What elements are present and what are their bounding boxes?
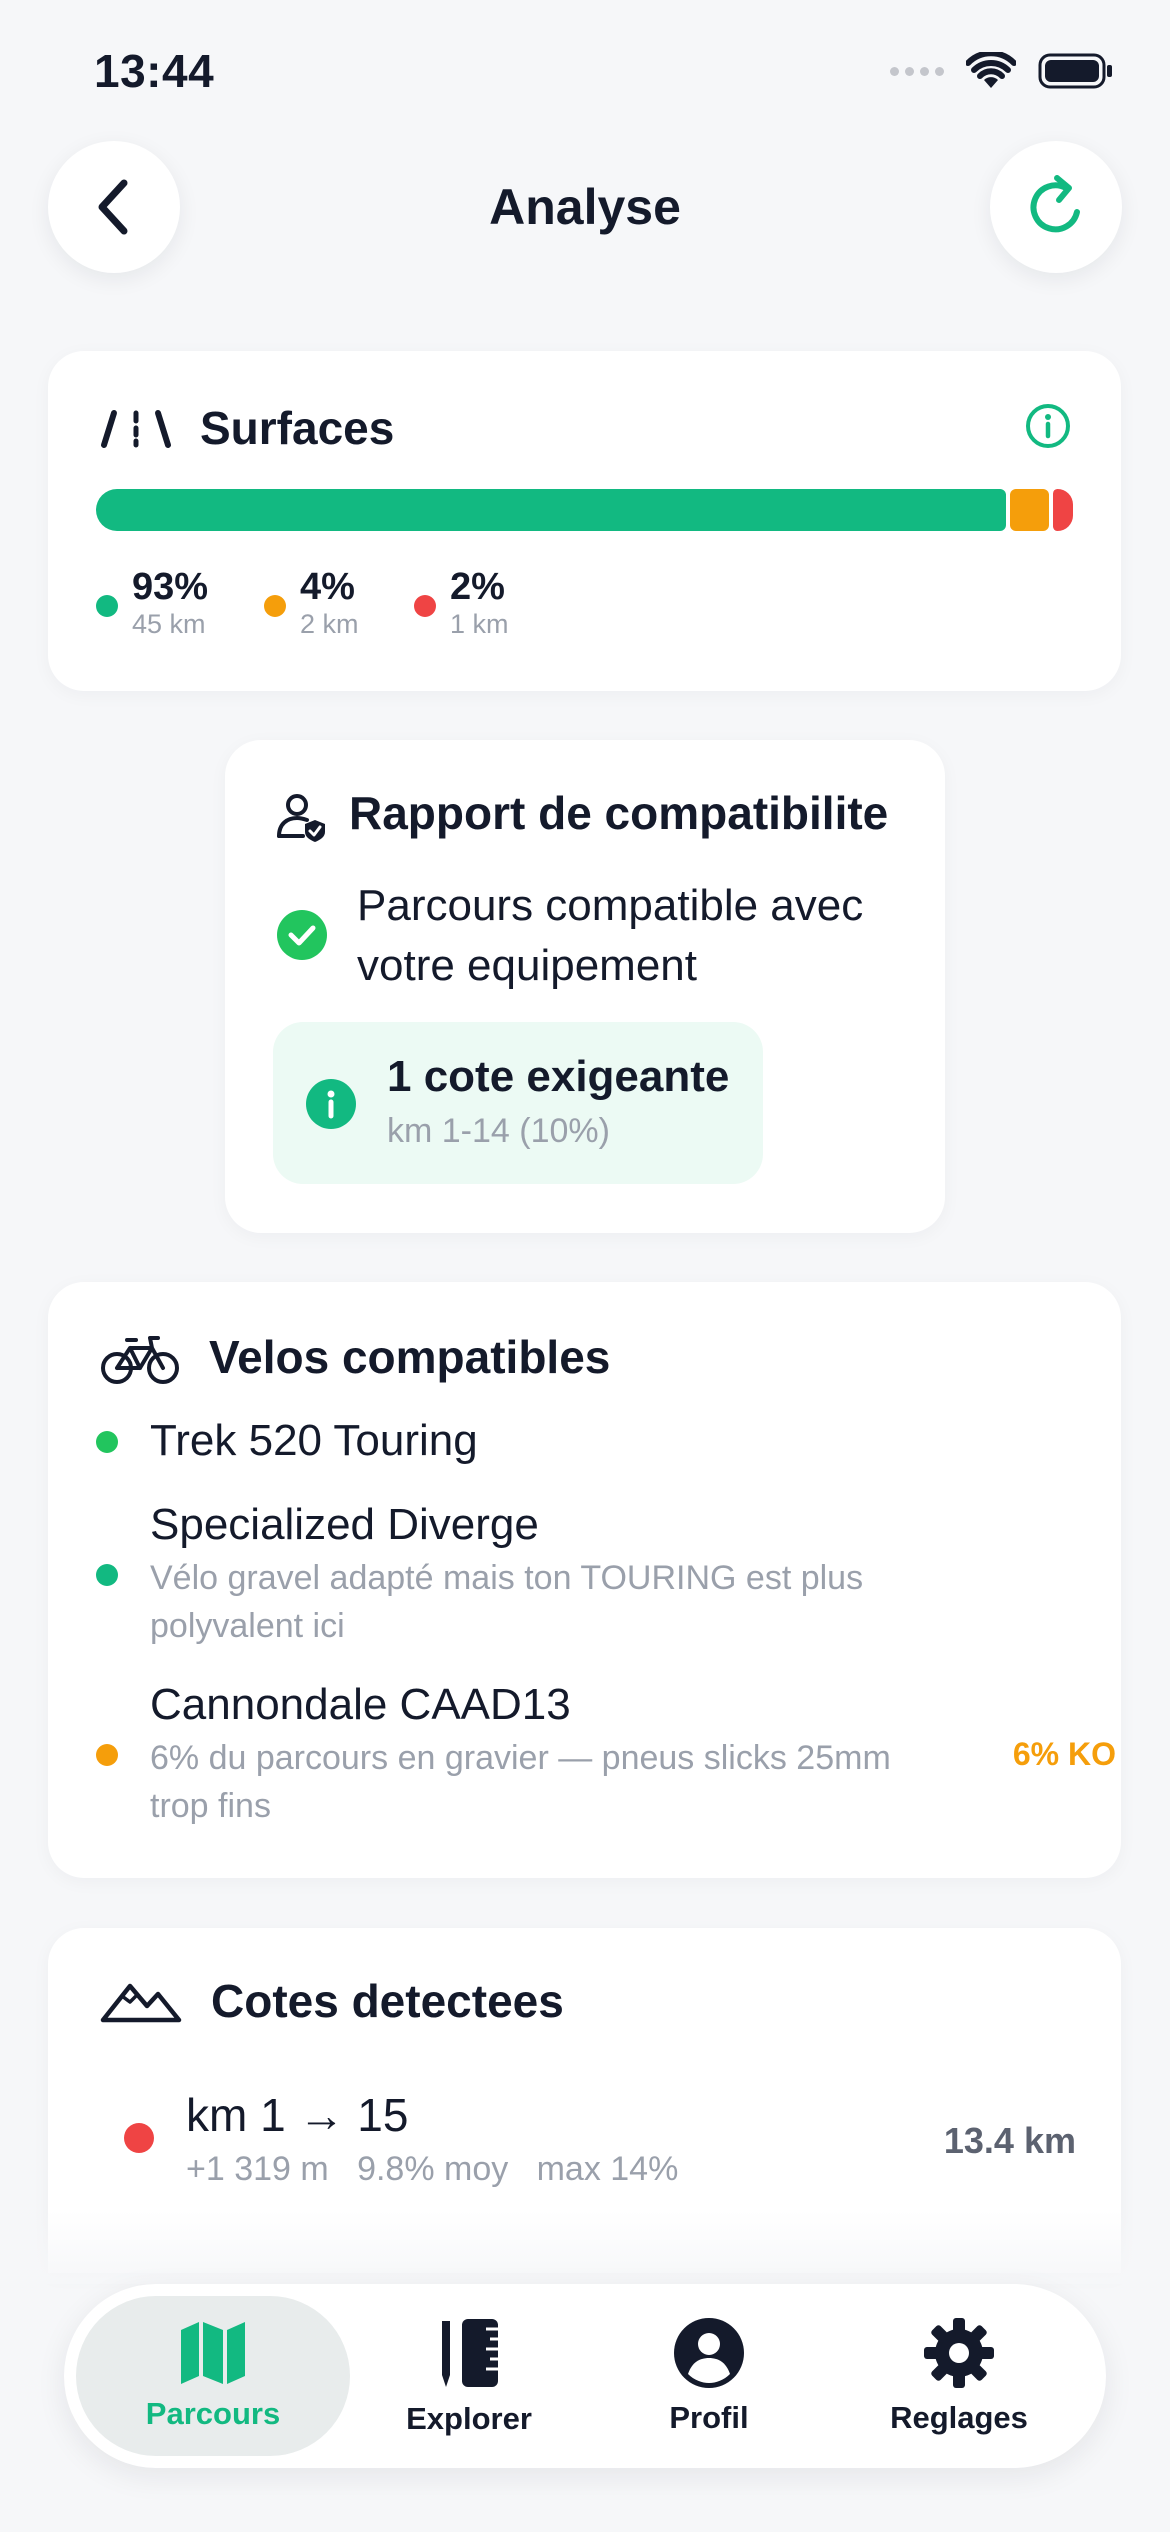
wifi-icon	[966, 52, 1016, 88]
callout-title: 1 cote exigeante	[387, 1052, 730, 1101]
battery-icon	[1038, 53, 1112, 89]
compatibility-status-line1: Parcours compatible avec	[357, 881, 864, 930]
refresh-button[interactable]	[990, 141, 1122, 273]
surfaces-card: Surfaces	[48, 351, 1121, 691]
road-icon	[101, 410, 171, 448]
callout-subtitle: km 1-14 (10%)	[387, 1112, 610, 1150]
bike-name: Specialized Diverge	[150, 1500, 539, 1549]
climbs-title: Cotes detectees	[211, 1975, 564, 2027]
bike-description: 6% du parcours en gravier — pneus slicks…	[150, 1739, 891, 1825]
climb-max: max 14%	[536, 2150, 679, 2188]
legend-dot-gravel	[264, 595, 286, 617]
legend-km-paved: 45 km	[132, 609, 206, 639]
info-filled-icon	[306, 1079, 356, 1129]
legend-km-rough: 1 km	[450, 609, 509, 639]
cellular-signal-icon	[890, 66, 944, 76]
bike-name: Trek 520 Touring	[150, 1416, 478, 1465]
status-icons	[890, 52, 1114, 90]
legend-paved: 93% 45 km	[96, 565, 208, 639]
bike-row-trek[interactable]: Trek 520 Touring	[96, 1400, 1120, 1490]
compatibility-status-line2: votre equipement	[357, 941, 697, 990]
compatibility-report-card: Rapport de compatibilite Parcours compat…	[225, 740, 945, 1233]
bicycle-icon	[101, 1336, 179, 1384]
legend-km-gravel: 2 km	[300, 609, 359, 639]
bike-status-dot	[96, 1744, 118, 1766]
bikes-title: Velos compatibles	[209, 1331, 611, 1383]
report-title: Rapport de compatibilite	[349, 787, 889, 839]
bike-name: Cannondale CAAD13	[150, 1680, 571, 1729]
legend-gravel: 4% 2 km	[264, 565, 359, 639]
bike-row-specialized[interactable]: Specialized Diverge Vélo gravel adapté m…	[96, 1500, 1120, 1660]
tab-label: Profil	[669, 2400, 749, 2435]
legend-dot-rough	[414, 595, 436, 617]
scroll-fade	[0, 2210, 1170, 2284]
surface-bar-segment	[96, 489, 1006, 531]
incompatibility-badge: 6% KO	[1012, 1736, 1116, 1772]
surface-bar	[96, 489, 1074, 531]
user-circle-icon	[674, 2318, 744, 2388]
climb-stats: +1 319 m 9.8% moy max 14%	[186, 2150, 678, 2189]
tab-label: Parcours	[145, 2396, 281, 2431]
bike-status-dot	[96, 1431, 118, 1453]
legend-percent-rough: 2%	[450, 566, 505, 608]
legend-percent-paved: 93%	[132, 566, 209, 608]
info-icon[interactable]	[1023, 401, 1073, 451]
compatibility-status: Parcours compatible avec votre equipemen…	[357, 876, 863, 996]
climb-difficulty-dot	[124, 2123, 154, 2153]
bottom-tab-bar: Parcours Explorer Profil Reglages	[64, 2284, 1106, 2468]
climb-range: km 1 → 15	[186, 2089, 409, 2141]
tab-parcours[interactable]: Parcours	[76, 2284, 350, 2468]
tab-explorer[interactable]: Explorer	[354, 2284, 584, 2468]
check-circle-icon	[277, 910, 327, 960]
tab-label: Reglages	[890, 2400, 1028, 2435]
climb-distance: 13.4 km	[943, 2120, 1076, 2161]
ruler-icon	[442, 2319, 498, 2387]
bike-status-dot	[96, 1564, 118, 1586]
surfaces-title: Surfaces	[200, 402, 395, 454]
demanding-climb-callout[interactable]: 1 cote exigeante km 1-14 (10%)	[273, 1022, 763, 1184]
legend-percent-gravel: 4%	[300, 566, 355, 608]
tab-profil[interactable]: Profil	[594, 2284, 824, 2468]
map-icon	[181, 2322, 245, 2384]
legend-dot-paved	[96, 595, 118, 617]
surface-bar-segment	[1053, 489, 1073, 531]
status-time: 13:44	[94, 45, 215, 97]
refresh-icon	[1030, 175, 1080, 233]
climb-row[interactable]: km 1 → 15 +1 319 m 9.8% moy max 14% 13.4…	[124, 2078, 1094, 2198]
tab-label: Explorer	[406, 2401, 532, 2436]
gear-icon	[924, 2318, 994, 2388]
status-bar: 13:44	[0, 0, 1170, 140]
mountain-icon	[100, 1983, 182, 2023]
climb-average: 9.8% moy	[357, 2150, 509, 2188]
bike-description: Vélo gravel adapté mais ton TOURING est …	[150, 1559, 864, 1645]
bike-row-cannondale[interactable]: Cannondale CAAD13 6% du parcours en grav…	[96, 1680, 1120, 1840]
legend-rough: 2% 1 km	[414, 565, 509, 639]
tab-reglages[interactable]: Reglages	[834, 2284, 1084, 2468]
user-check-icon	[277, 794, 325, 842]
surface-bar-segment	[1010, 489, 1049, 531]
climb-gain: +1 319 m	[186, 2150, 329, 2188]
